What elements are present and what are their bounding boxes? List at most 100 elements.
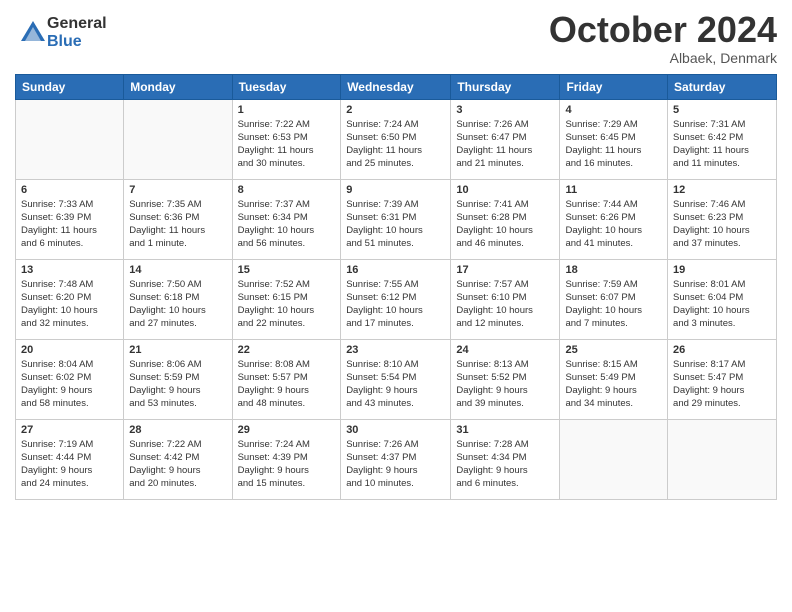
day-number: 15 bbox=[238, 264, 336, 276]
day-info: Sunrise: 7:31 AMSunset: 6:42 PMDaylight:… bbox=[673, 118, 771, 171]
day-info: Sunrise: 7:44 AMSunset: 6:26 PMDaylight:… bbox=[565, 198, 662, 251]
day-info: Sunrise: 7:26 AMSunset: 6:47 PMDaylight:… bbox=[456, 118, 554, 171]
day-info: Sunrise: 7:41 AMSunset: 6:28 PMDaylight:… bbox=[456, 198, 554, 251]
logo: General Blue bbox=[15, 15, 107, 50]
day-number: 22 bbox=[238, 344, 336, 356]
day-number: 29 bbox=[238, 424, 336, 436]
day-number: 3 bbox=[456, 104, 554, 116]
day-info: Sunrise: 7:59 AMSunset: 6:07 PMDaylight:… bbox=[565, 278, 662, 331]
day-info: Sunrise: 7:24 AMSunset: 6:50 PMDaylight:… bbox=[346, 118, 445, 171]
calendar-cell: 5 Sunrise: 7:31 AMSunset: 6:42 PMDaylight… bbox=[668, 99, 777, 179]
logo-blue: Blue bbox=[47, 33, 107, 51]
col-sunday: Sunday bbox=[16, 74, 124, 99]
col-tuesday: Tuesday bbox=[232, 74, 341, 99]
calendar-cell: 18 Sunrise: 7:59 AMSunset: 6:07 PMDayligh… bbox=[560, 259, 668, 339]
calendar-cell: 4 Sunrise: 7:29 AMSunset: 6:45 PMDaylight… bbox=[560, 99, 668, 179]
day-number: 23 bbox=[346, 344, 445, 356]
header: General Blue October 2024 Albaek, Denmar… bbox=[15, 10, 777, 66]
day-number: 11 bbox=[565, 184, 662, 196]
day-number: 21 bbox=[129, 344, 226, 356]
day-info: Sunrise: 7:39 AMSunset: 6:31 PMDaylight:… bbox=[346, 198, 445, 251]
logo-general: General bbox=[47, 15, 107, 33]
col-thursday: Thursday bbox=[451, 74, 560, 99]
col-wednesday: Wednesday bbox=[341, 74, 451, 99]
day-number: 31 bbox=[456, 424, 554, 436]
page: General Blue October 2024 Albaek, Denmar… bbox=[0, 0, 792, 612]
calendar-cell: 23 Sunrise: 8:10 AMSunset: 5:54 PMDayligh… bbox=[341, 339, 451, 419]
day-number: 27 bbox=[21, 424, 118, 436]
calendar-header: Sunday Monday Tuesday Wednesday Thursday… bbox=[16, 74, 777, 99]
day-info: Sunrise: 7:22 AMSunset: 4:42 PMDaylight:… bbox=[129, 438, 226, 491]
week-row-5: 27Sunrise: 7:19 AMSunset: 4:44 PMDayligh… bbox=[16, 419, 777, 499]
day-number: 18 bbox=[565, 264, 662, 276]
calendar-cell bbox=[668, 419, 777, 499]
day-number: 30 bbox=[346, 424, 445, 436]
day-number: 5 bbox=[673, 104, 771, 116]
calendar-cell: 14Sunrise: 7:50 AMSunset: 6:18 PMDayligh… bbox=[124, 259, 232, 339]
calendar-cell bbox=[560, 419, 668, 499]
day-number: 12 bbox=[673, 184, 771, 196]
calendar-cell: 3 Sunrise: 7:26 AMSunset: 6:47 PMDaylight… bbox=[451, 99, 560, 179]
calendar-cell: 15 Sunrise: 7:52 AMSunset: 6:15 PMDayligh… bbox=[232, 259, 341, 339]
day-number: 20 bbox=[21, 344, 118, 356]
day-info: Sunrise: 7:48 AMSunset: 6:20 PMDaylight:… bbox=[21, 278, 118, 331]
day-number: 16 bbox=[346, 264, 445, 276]
logo-icon bbox=[19, 19, 47, 47]
calendar-cell: 31 Sunrise: 7:28 AMSunset: 4:34 PMDayligh… bbox=[451, 419, 560, 499]
calendar-cell: 11 Sunrise: 7:44 AMSunset: 6:26 PMDayligh… bbox=[560, 179, 668, 259]
calendar-cell: 10 Sunrise: 7:41 AMSunset: 6:28 PMDayligh… bbox=[451, 179, 560, 259]
day-info: Sunrise: 7:26 AMSunset: 4:37 PMDaylight:… bbox=[346, 438, 445, 491]
day-info: Sunrise: 8:04 AMSunset: 6:02 PMDaylight:… bbox=[21, 358, 118, 411]
week-row-2: 6Sunrise: 7:33 AMSunset: 6:39 PMDaylight… bbox=[16, 179, 777, 259]
calendar-cell: 22Sunrise: 8:08 AMSunset: 5:57 PMDayligh… bbox=[232, 339, 341, 419]
calendar-cell: 7 Sunrise: 7:35 AMSunset: 6:36 PMDaylight… bbox=[124, 179, 232, 259]
calendar-cell: 12 Sunrise: 7:46 AMSunset: 6:23 PMDayligh… bbox=[668, 179, 777, 259]
calendar-cell bbox=[16, 99, 124, 179]
day-info: Sunrise: 8:17 AMSunset: 5:47 PMDaylight:… bbox=[673, 358, 771, 411]
calendar-cell: 20 Sunrise: 8:04 AMSunset: 6:02 PMDayligh… bbox=[16, 339, 124, 419]
day-info: Sunrise: 7:57 AMSunset: 6:10 PMDaylight:… bbox=[456, 278, 554, 331]
calendar-cell: 13 Sunrise: 7:48 AMSunset: 6:20 PMDayligh… bbox=[16, 259, 124, 339]
day-info: Sunrise: 7:55 AMSunset: 6:12 PMDaylight:… bbox=[346, 278, 445, 331]
day-info: Sunrise: 7:24 AMSunset: 4:39 PMDaylight:… bbox=[238, 438, 336, 491]
calendar-cell: 2 Sunrise: 7:24 AMSunset: 6:50 PMDaylight… bbox=[341, 99, 451, 179]
day-number: 7 bbox=[129, 184, 226, 196]
day-info: Sunrise: 7:29 AMSunset: 6:45 PMDaylight:… bbox=[565, 118, 662, 171]
day-info: Sunrise: 8:01 AMSunset: 6:04 PMDaylight:… bbox=[673, 278, 771, 331]
col-saturday: Saturday bbox=[668, 74, 777, 99]
col-monday: Monday bbox=[124, 74, 232, 99]
logo-text: General Blue bbox=[47, 15, 107, 50]
calendar-cell: 21 Sunrise: 8:06 AMSunset: 5:59 PMDayligh… bbox=[124, 339, 232, 419]
day-number: 1 bbox=[238, 104, 336, 116]
day-info: Sunrise: 7:35 AMSunset: 6:36 PMDaylight:… bbox=[129, 198, 226, 251]
calendar-cell: 9 Sunrise: 7:39 AMSunset: 6:31 PMDaylight… bbox=[341, 179, 451, 259]
calendar-cell: 27Sunrise: 7:19 AMSunset: 4:44 PMDayligh… bbox=[16, 419, 124, 499]
week-row-1: 1Sunrise: 7:22 AMSunset: 6:53 PMDaylight… bbox=[16, 99, 777, 179]
day-number: 19 bbox=[673, 264, 771, 276]
calendar-cell: 30 Sunrise: 7:26 AMSunset: 4:37 PMDayligh… bbox=[341, 419, 451, 499]
calendar-cell: 25 Sunrise: 8:15 AMSunset: 5:49 PMDayligh… bbox=[560, 339, 668, 419]
day-info: Sunrise: 8:15 AMSunset: 5:49 PMDaylight:… bbox=[565, 358, 662, 411]
weekday-row: Sunday Monday Tuesday Wednesday Thursday… bbox=[16, 74, 777, 99]
day-number: 25 bbox=[565, 344, 662, 356]
day-number: 9 bbox=[346, 184, 445, 196]
day-number: 13 bbox=[21, 264, 118, 276]
day-number: 8 bbox=[238, 184, 336, 196]
calendar-cell: 6Sunrise: 7:33 AMSunset: 6:39 PMDaylight… bbox=[16, 179, 124, 259]
calendar-cell: 16 Sunrise: 7:55 AMSunset: 6:12 PMDayligh… bbox=[341, 259, 451, 339]
location-subtitle: Albaek, Denmark bbox=[549, 50, 777, 66]
calendar-cell: 26Sunrise: 8:17 AMSunset: 5:47 PMDayligh… bbox=[668, 339, 777, 419]
day-number: 10 bbox=[456, 184, 554, 196]
day-info: Sunrise: 7:52 AMSunset: 6:15 PMDaylight:… bbox=[238, 278, 336, 331]
calendar-cell: 1Sunrise: 7:22 AMSunset: 6:53 PMDaylight… bbox=[232, 99, 341, 179]
week-row-4: 20 Sunrise: 8:04 AMSunset: 6:02 PMDayligh… bbox=[16, 339, 777, 419]
day-info: Sunrise: 7:46 AMSunset: 6:23 PMDaylight:… bbox=[673, 198, 771, 251]
day-number: 2 bbox=[346, 104, 445, 116]
day-number: 4 bbox=[565, 104, 662, 116]
calendar-cell: 29 Sunrise: 7:24 AMSunset: 4:39 PMDayligh… bbox=[232, 419, 341, 499]
month-title: October 2024 bbox=[549, 10, 777, 50]
day-info: Sunrise: 8:10 AMSunset: 5:54 PMDaylight:… bbox=[346, 358, 445, 411]
day-info: Sunrise: 7:28 AMSunset: 4:34 PMDaylight:… bbox=[456, 438, 554, 491]
day-info: Sunrise: 8:06 AMSunset: 5:59 PMDaylight:… bbox=[129, 358, 226, 411]
calendar-cell: 8Sunrise: 7:37 AMSunset: 6:34 PMDaylight… bbox=[232, 179, 341, 259]
